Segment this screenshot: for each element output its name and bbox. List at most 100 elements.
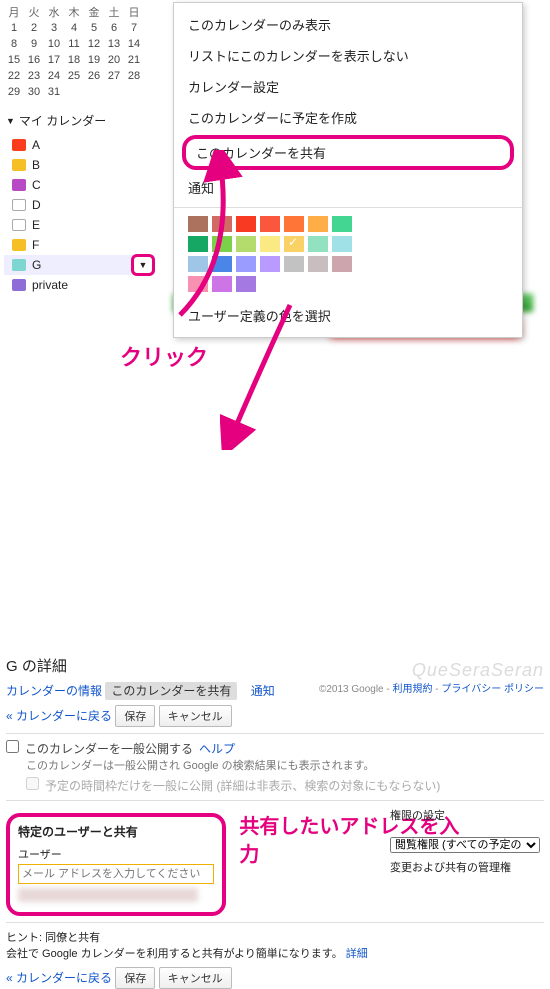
- day-cell[interactable]: 8: [4, 36, 24, 52]
- perm-manage: 変更および共有の管理権: [390, 859, 540, 875]
- swatch[interactable]: [308, 256, 328, 272]
- collapse-icon: ▼: [6, 116, 15, 126]
- day-cell[interactable]: 29: [4, 84, 24, 100]
- day-cell[interactable]: 7: [124, 20, 144, 36]
- swatch[interactable]: [284, 256, 304, 272]
- blurred-user-row: [18, 888, 198, 902]
- day-cell[interactable]: 31: [44, 84, 64, 100]
- perm-select[interactable]: 閲覧権限 (すべての予定の: [390, 837, 540, 853]
- calendar-row-F[interactable]: F: [4, 235, 155, 255]
- calendar-label: G: [32, 258, 133, 272]
- day-cell[interactable]: 24: [44, 68, 64, 84]
- calendar-row-G[interactable]: G▼: [4, 255, 155, 275]
- menu-hide-from-list[interactable]: リストにこのカレンダーを表示しない: [174, 40, 522, 71]
- hint-heading: ヒント: 同僚と共有: [6, 932, 100, 944]
- privacy-link[interactable]: プライバシー ポリシー: [441, 684, 544, 695]
- swatch[interactable]: [332, 256, 352, 272]
- color-chip: [12, 219, 26, 231]
- swatch[interactable]: [332, 236, 352, 252]
- day-cell[interactable]: 26: [84, 68, 104, 84]
- day-cell[interactable]: 30: [24, 84, 44, 100]
- my-calendars-header[interactable]: ▼ マイ カレンダー: [6, 112, 155, 129]
- day-cell[interactable]: 3: [44, 20, 64, 36]
- day-cell[interactable]: 18: [64, 52, 84, 68]
- day-cell[interactable]: 13: [104, 36, 124, 52]
- menu-create-event[interactable]: このカレンダーに予定を作成: [174, 102, 522, 133]
- calendar-row-B[interactable]: B: [4, 155, 155, 175]
- public-checkbox[interactable]: [6, 740, 19, 753]
- calendar-row-D[interactable]: D: [4, 195, 155, 215]
- frame-only-label: 予定の時間枠だけを一般に公開 (詳細は非表示、検索の対象にもならない): [45, 777, 440, 794]
- watermark: QueSeraSeran: [412, 660, 544, 681]
- menu-calendar-settings[interactable]: カレンダー設定: [174, 71, 522, 102]
- day-cell[interactable]: 25: [64, 68, 84, 84]
- day-cell[interactable]: 2: [24, 20, 44, 36]
- hint-detail-link[interactable]: 詳細: [346, 948, 368, 960]
- day-cell[interactable]: 20: [104, 52, 124, 68]
- help-link[interactable]: ヘルプ: [199, 740, 235, 757]
- swatch[interactable]: [284, 216, 304, 232]
- day-cell[interactable]: 22: [4, 68, 24, 84]
- day-cell[interactable]: 16: [24, 52, 44, 68]
- day-cell[interactable]: 23: [24, 68, 44, 84]
- day-cell[interactable]: 19: [84, 52, 104, 68]
- calendar-dropdown-button[interactable]: ▼: [131, 254, 155, 276]
- day-cell[interactable]: 27: [104, 68, 124, 84]
- tab-share[interactable]: このカレンダーを共有: [105, 682, 237, 700]
- dow-cell: 日: [124, 4, 144, 20]
- day-cell[interactable]: 28: [124, 68, 144, 84]
- save-button-bottom[interactable]: 保存: [115, 967, 155, 989]
- footer: ©2013 Google - 利用規約 - プライバシー ポリシー: [319, 680, 544, 695]
- save-button-top[interactable]: 保存: [115, 705, 155, 727]
- user-label: ユーザー: [18, 846, 214, 862]
- my-calendars-label: マイ カレンダー: [19, 112, 106, 129]
- swatch[interactable]: [308, 236, 328, 252]
- day-cell[interactable]: 1: [4, 20, 24, 36]
- swatch[interactable]: [284, 236, 304, 252]
- day-cell[interactable]: 4: [64, 20, 84, 36]
- day-cell[interactable]: 21: [124, 52, 144, 68]
- day-cell[interactable]: 12: [84, 36, 104, 52]
- calendar-row-private[interactable]: private: [4, 275, 155, 295]
- dow-cell: 月: [4, 4, 24, 20]
- public-note: このカレンダーは一般公開され Google の検索結果にも表示されます。: [26, 757, 544, 773]
- annotation-click: クリック: [120, 340, 208, 372]
- back-link-bottom[interactable]: « カレンダーに戻る: [6, 971, 112, 985]
- swatch[interactable]: [332, 216, 352, 232]
- day-cell: [64, 84, 84, 100]
- day-cell: [124, 84, 144, 100]
- day-cell[interactable]: 17: [44, 52, 64, 68]
- email-field[interactable]: [18, 864, 214, 884]
- my-calendars: ▼ マイ カレンダー ABCDEFG▼private: [4, 112, 155, 295]
- calendar-label: B: [32, 158, 155, 172]
- calendar-row-E[interactable]: E: [4, 215, 155, 235]
- day-cell[interactable]: 6: [104, 20, 124, 36]
- color-chip: [12, 239, 26, 251]
- calendar-label: E: [32, 218, 155, 232]
- calendar-label: C: [32, 178, 155, 192]
- dow-cell: 木: [64, 4, 84, 20]
- color-chip: [12, 199, 26, 211]
- day-cell[interactable]: 11: [64, 36, 84, 52]
- cancel-button-bottom[interactable]: キャンセル: [159, 967, 232, 989]
- calendar-row-C[interactable]: C: [4, 175, 155, 195]
- swatch[interactable]: [308, 216, 328, 232]
- terms-link[interactable]: 利用規約: [393, 684, 433, 695]
- mini-calendar[interactable]: 月火水木金土日 12345678910111213141516171819202…: [4, 4, 144, 100]
- calendar-label: A: [32, 138, 155, 152]
- day-cell[interactable]: 10: [44, 36, 64, 52]
- tab-info[interactable]: カレンダーの情報: [6, 684, 102, 698]
- back-link-top[interactable]: « カレンダーに戻る: [6, 709, 112, 723]
- calendar-row-A[interactable]: A: [4, 135, 155, 155]
- hint-text: 会社で Google カレンダーを利用すると共有がより簡単になります。: [6, 948, 343, 960]
- frame-only-checkbox: [26, 777, 39, 790]
- cancel-button-top[interactable]: キャンセル: [159, 705, 232, 727]
- day-cell[interactable]: 9: [24, 36, 44, 52]
- menu-only-this[interactable]: このカレンダーのみ表示: [174, 9, 522, 40]
- day-cell[interactable]: 14: [124, 36, 144, 52]
- tab-notify[interactable]: 通知: [251, 684, 275, 698]
- day-cell[interactable]: 5: [84, 20, 104, 36]
- day-cell[interactable]: 15: [4, 52, 24, 68]
- calendar-label: F: [32, 238, 155, 252]
- dow-cell: 土: [104, 4, 124, 20]
